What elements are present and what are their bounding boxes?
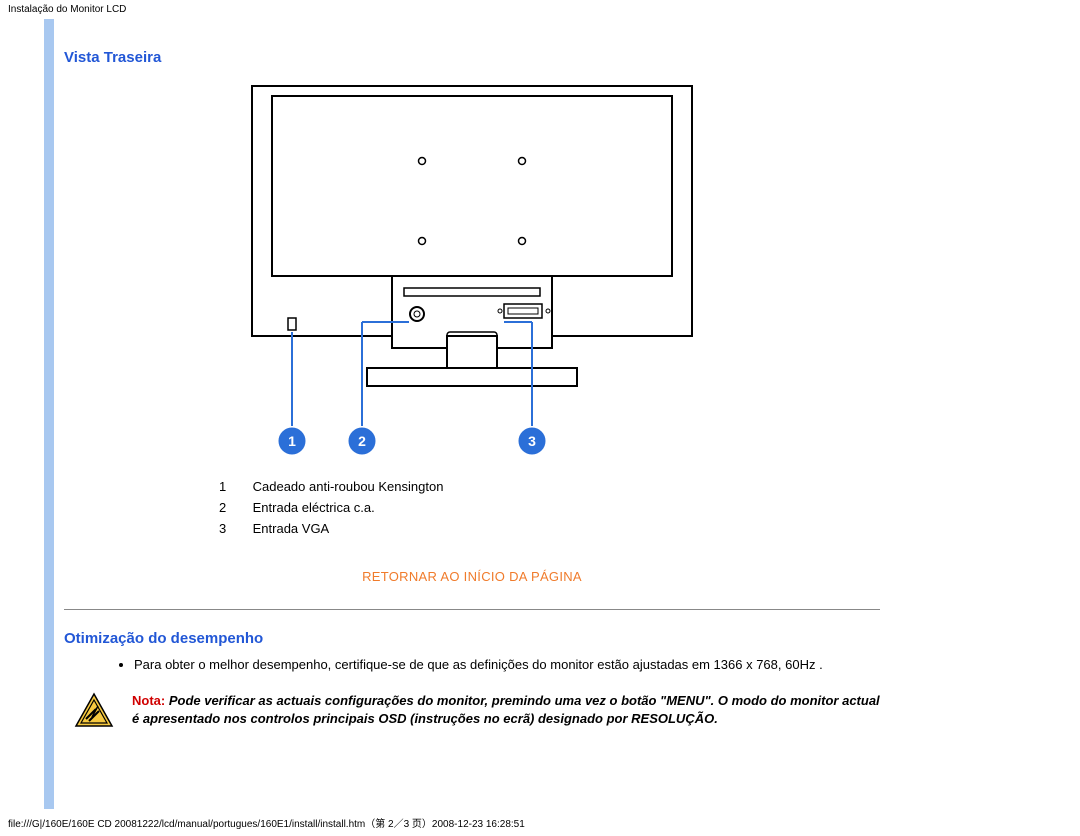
legend-row-3: 3 Entrada VGA <box>219 518 880 539</box>
monitor-rear-diagram: 1 2 3 <box>232 76 712 466</box>
return-to-top-link[interactable]: RETORNAR AO INÍCIO DA PÁGINA <box>362 569 582 584</box>
separator <box>64 609 880 610</box>
legend-num-3: 3 <box>219 521 249 536</box>
note-body: Pode verificar as actuais configurações … <box>132 693 880 726</box>
main-content: Vista Traseira <box>54 19 1080 809</box>
section-title-otimizacao: Otimização do desempenho <box>64 630 880 647</box>
page-body: Vista Traseira <box>0 19 1080 809</box>
legend-label-1: Cadeado anti-roubou Kensington <box>253 479 444 494</box>
legend-row-1: 1 Cadeado anti-roubou Kensington <box>219 476 880 497</box>
callout-2-number: 2 <box>358 433 366 449</box>
page-header: Instalação do Monitor LCD <box>0 0 1080 19</box>
left-gutter <box>0 19 44 809</box>
note-label: Nota: <box>132 693 165 708</box>
legend-num-2: 2 <box>219 500 249 515</box>
callout-3-number: 3 <box>528 433 536 449</box>
note-block: Nota: Pode verificar as actuais configur… <box>74 692 880 728</box>
callout-legend: 1 Cadeado anti-roubou Kensington 2 Entra… <box>219 476 880 539</box>
legend-num-1: 1 <box>219 479 249 494</box>
legend-row-2: 2 Entrada eléctrica c.a. <box>219 497 880 518</box>
section-title-vista-traseira: Vista Traseira <box>64 49 880 66</box>
legend-label-2: Entrada eléctrica c.a. <box>253 500 375 515</box>
note-text: Nota: Pode verificar as actuais configur… <box>132 692 880 727</box>
blue-accent-stripe <box>44 19 54 809</box>
page-footer-path: file:///G|/160E/160E CD 20081222/lcd/man… <box>0 809 1080 836</box>
legend-label-3: Entrada VGA <box>253 521 330 536</box>
return-to-top: RETORNAR AO INÍCIO DA PÁGINA <box>64 569 880 584</box>
bullet-resolution: Para obter o melhor desempenho, certifiq… <box>134 657 880 672</box>
performance-bullets: Para obter o melhor desempenho, certifiq… <box>94 657 880 672</box>
callout-1-number: 1 <box>288 433 296 449</box>
warning-icon <box>74 692 114 728</box>
